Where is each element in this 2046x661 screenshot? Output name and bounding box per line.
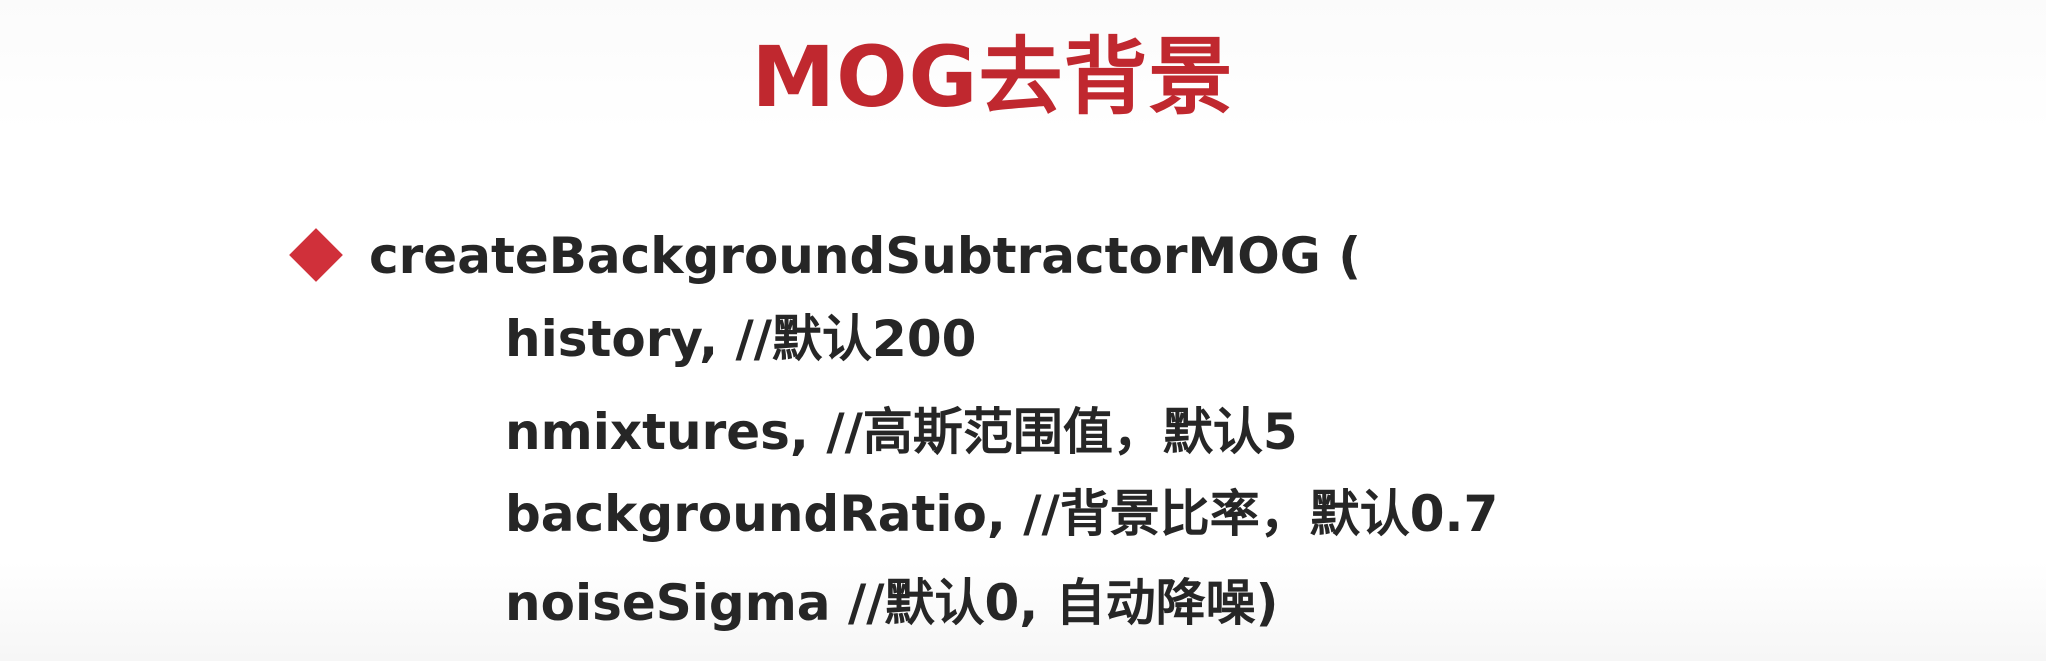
diamond-bullet-icon (289, 228, 343, 282)
function-signature: createBackgroundSubtractorMOG ( (369, 227, 1362, 285)
param-history: history, //默认200 (505, 310, 977, 368)
param-background-ratio: backgroundRatio, //背景比率，默认0.7 (505, 485, 1499, 543)
slide-title: MOG去背景 (751, 28, 1234, 126)
param-noise-sigma: noiseSigma //默认0, 自动降噪) (505, 574, 1279, 632)
slide: MOG去背景 createBackgroundSubtractorMOG ( h… (0, 0, 2046, 661)
param-nmixtures: nmixtures, //高斯范围值，默认5 (505, 403, 1298, 461)
